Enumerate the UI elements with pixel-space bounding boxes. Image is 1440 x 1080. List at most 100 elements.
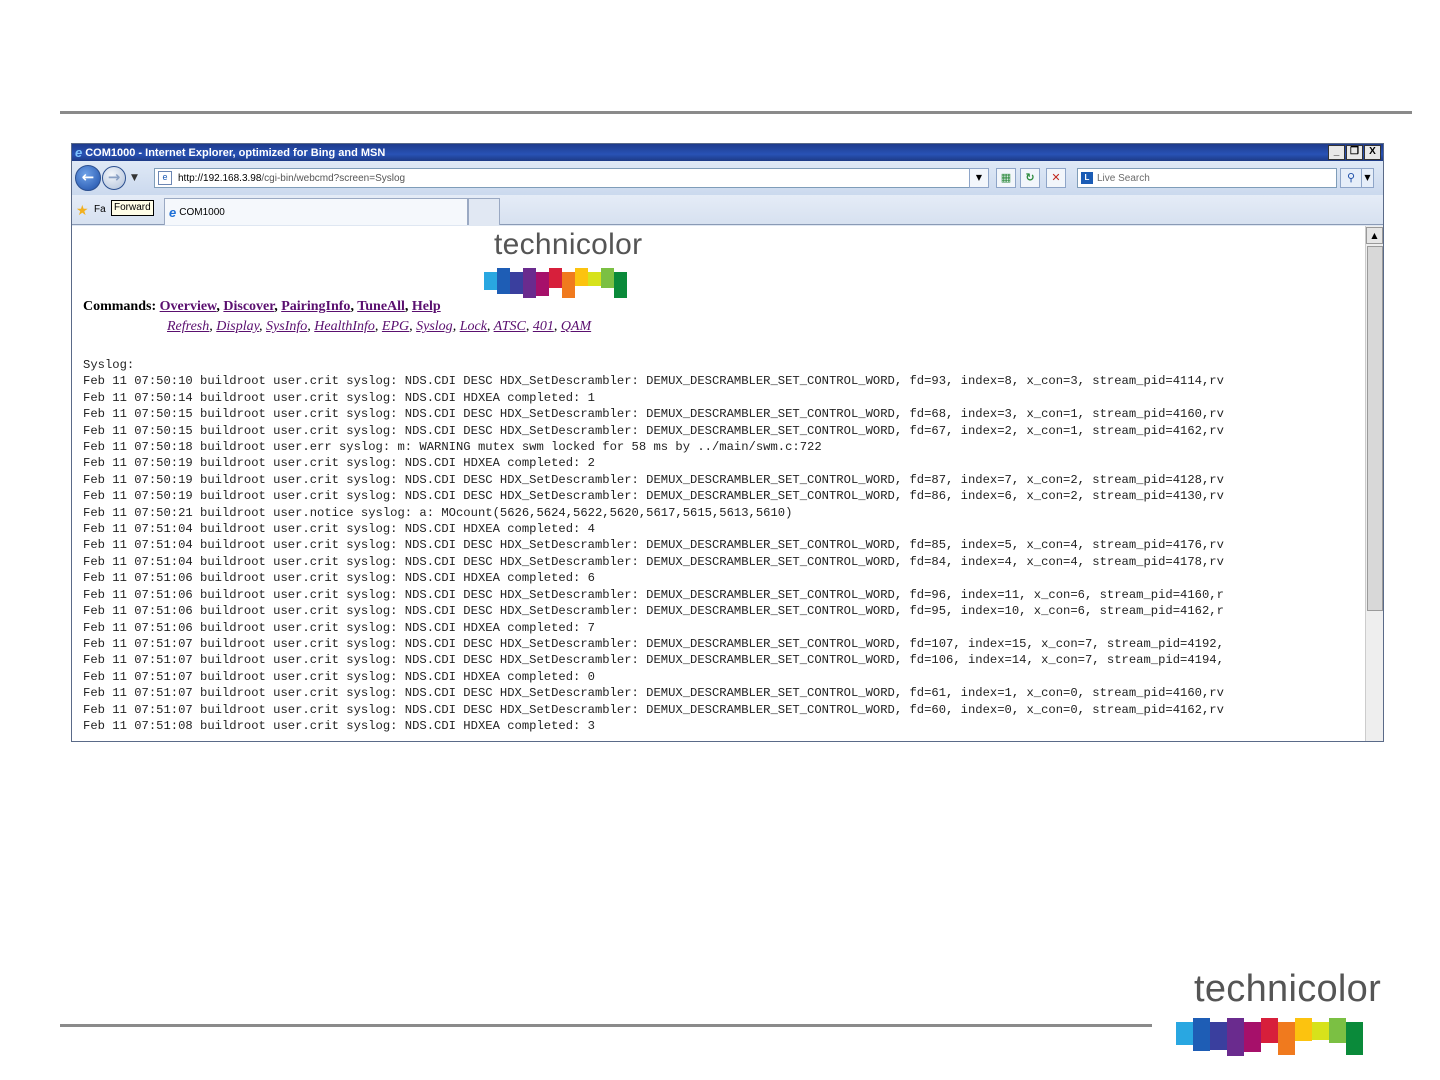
browser-window: e COM1000 - Internet Explorer, optimized…	[71, 143, 1384, 742]
new-tab-button[interactable]	[468, 198, 500, 225]
syslog-line: Feb 11 07:51:04 buildroot user.crit sysl…	[83, 554, 1224, 569]
syslog-line: Feb 11 07:51:07 buildroot user.crit sysl…	[83, 653, 1224, 668]
command-link-lock[interactable]: Lock	[460, 319, 487, 334]
syslog-line: Feb 11 07:51:08 buildroot user.crit sysl…	[83, 718, 595, 733]
syslog-line: Feb 11 07:50:19 buildroot user.crit sysl…	[83, 456, 595, 471]
command-link-overview[interactable]: Overview	[160, 299, 217, 314]
tab-title: COM1000	[179, 206, 225, 218]
logo-bar	[588, 272, 601, 286]
logo-bar	[1193, 1018, 1210, 1051]
minimize-button[interactable]: _	[1328, 145, 1345, 160]
window-controls: _ ❐ X	[1328, 145, 1381, 160]
back-button[interactable]: ←	[75, 165, 101, 191]
command-link-atsc[interactable]: ATSC	[494, 319, 526, 334]
logo-bar	[1312, 1022, 1329, 1040]
link-separator: ,	[374, 319, 382, 334]
syslog-line: Feb 11 07:50:10 buildroot user.crit sysl…	[83, 374, 1224, 389]
page-icon: e	[158, 171, 172, 185]
favorites-star-icon[interactable]: ★	[76, 203, 89, 219]
window-titlebar: e COM1000 - Internet Explorer, optimized…	[72, 144, 1383, 161]
syslog-line: Feb 11 07:51:04 buildroot user.crit sysl…	[83, 538, 1224, 553]
syslog-line: Feb 11 07:50:14 buildroot user.crit sysl…	[83, 390, 595, 405]
scroll-up-icon[interactable]: ▲	[1366, 227, 1383, 244]
ie-icon: e	[75, 145, 83, 160]
syslog-line: Feb 11 07:51:07 buildroot user.crit sysl…	[83, 686, 1224, 701]
logo-wordmark: technicolor	[494, 228, 643, 261]
link-separator: ,	[486, 319, 494, 334]
logo-bar	[1261, 1018, 1278, 1043]
forward-tooltip: Forward	[111, 200, 154, 216]
logo-bar	[1210, 1022, 1227, 1050]
syslog-line: Feb 11 07:51:06 buildroot user.crit sysl…	[83, 620, 595, 635]
search-input[interactable]: L Live Search	[1077, 168, 1337, 188]
logo-bar	[510, 272, 523, 294]
link-separator: ,	[525, 319, 533, 334]
scroll-thumb[interactable]	[1367, 246, 1383, 611]
syslog-line: Feb 11 07:51:04 buildroot user.crit sysl…	[83, 522, 595, 537]
link-separator: ,	[553, 319, 561, 334]
logo-bar	[1278, 1022, 1295, 1055]
command-link-sysinfo[interactable]: SysInfo	[266, 319, 307, 334]
command-link-healthinfo[interactable]: HealthInfo	[314, 319, 375, 334]
command-link-pairinginfo[interactable]: PairingInfo	[281, 299, 350, 314]
address-input[interactable]: e http://192.168.3.98/cgi-bin/webcmd?scr…	[154, 168, 987, 188]
syslog-line: Feb 11 07:51:06 buildroot user.crit sysl…	[83, 587, 1224, 602]
syslog-line: Feb 11 07:50:18 buildroot user.err syslo…	[83, 440, 822, 455]
compatibility-icon[interactable]: ▦	[996, 168, 1016, 188]
slide-logo-wordmark: technicolor	[1194, 968, 1382, 1010]
refresh-icon[interactable]: ↻	[1020, 168, 1040, 188]
syslog-line: Feb 11 07:51:07 buildroot user.crit sysl…	[83, 669, 595, 684]
url-host: http://192.168.3.98	[178, 172, 262, 184]
slide-logo-color-bars	[1176, 1018, 1363, 1056]
logo-bar	[1227, 1018, 1244, 1056]
restore-button[interactable]: ❐	[1346, 145, 1363, 160]
command-link-help[interactable]: Help	[412, 299, 441, 314]
command-link-epg[interactable]: EPG	[382, 319, 409, 334]
logo-bar	[1329, 1018, 1346, 1043]
link-separator: ,	[452, 319, 460, 334]
logo-color-bars	[484, 268, 627, 298]
search-options-icon[interactable]: ▼	[1361, 168, 1374, 188]
command-link-qam[interactable]: QAM	[561, 319, 591, 334]
search-icon[interactable]: ⚲	[1340, 168, 1362, 188]
favorites-label[interactable]: Fa	[94, 204, 106, 215]
command-link-discover[interactable]: Discover	[223, 299, 274, 314]
stop-icon[interactable]: ✕	[1046, 168, 1066, 188]
commands-label: Commands:	[83, 299, 157, 314]
syslog-line: Feb 11 07:50:19 buildroot user.crit sysl…	[83, 472, 1224, 487]
syslog-header: Syslog:	[83, 358, 135, 372]
logo-bar	[497, 268, 510, 294]
close-button[interactable]: X	[1364, 145, 1381, 160]
syslog-line: Feb 11 07:51:07 buildroot user.crit sysl…	[83, 702, 1224, 717]
top-divider	[60, 111, 1412, 114]
command-link-display[interactable]: Display	[216, 319, 259, 334]
syslog-line: Feb 11 07:50:19 buildroot user.crit sysl…	[83, 489, 1224, 504]
syslog-line: Feb 11 07:51:06 buildroot user.crit sysl…	[83, 571, 595, 586]
tab-com1000[interactable]: e COM1000	[164, 198, 468, 225]
syslog-line: Feb 11 07:50:15 buildroot user.crit sysl…	[83, 423, 1224, 438]
address-dropdown-icon[interactable]: ▼	[969, 168, 989, 188]
bottom-divider	[60, 1024, 1152, 1027]
syslog-line: Feb 11 07:51:06 buildroot user.crit sysl…	[83, 604, 1224, 619]
command-link-syslog[interactable]: Syslog	[416, 319, 453, 334]
logo-bar	[536, 272, 549, 296]
command-link-401[interactable]: 401	[533, 319, 554, 334]
logo-bar	[614, 272, 627, 298]
vertical-scrollbar[interactable]: ▲	[1365, 226, 1383, 741]
page-content: technicolor Commands: Overview, Discover…	[72, 226, 1365, 741]
history-dropdown-icon[interactable]: ▼	[131, 173, 138, 183]
logo-bar	[1176, 1022, 1193, 1045]
logo-bar	[1295, 1018, 1312, 1041]
ie-tab-icon: e	[169, 204, 177, 220]
command-link-refresh[interactable]: Refresh	[167, 319, 209, 334]
link-separator: ,	[404, 299, 412, 314]
command-link-tuneall[interactable]: TuneAll	[357, 299, 405, 314]
window-title: COM1000 - Internet Explorer, optimized f…	[85, 146, 386, 159]
favorites-bar: ★ Fa Forward e COM1000	[72, 195, 1383, 225]
forward-button[interactable]: →	[102, 166, 126, 190]
syslog-line: Feb 11 07:50:15 buildroot user.crit sysl…	[83, 407, 1224, 422]
live-search-icon: L	[1081, 172, 1093, 184]
link-separator: ,	[259, 319, 267, 334]
logo-bar	[575, 268, 588, 286]
logo-bar	[601, 268, 614, 288]
